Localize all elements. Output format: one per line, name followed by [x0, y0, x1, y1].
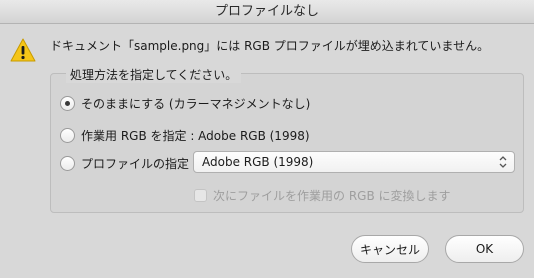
options-group-legend: 処理方法を指定してください。 [66, 66, 242, 83]
warning-icon [10, 38, 36, 62]
radio-label-assign-profile: プロファイルの指定 : [81, 156, 197, 171]
radio-button[interactable] [60, 155, 75, 171]
convert-checkbox [194, 188, 207, 202]
radio-button[interactable] [60, 127, 75, 143]
convert-checkbox-row: 次にファイルを作業用の RGB に変換します [194, 187, 451, 203]
convert-checkbox-label: 次にファイルを作業用の RGB に変換します [213, 188, 451, 203]
radio-working-rgb[interactable]: 作業用 RGB を指定 : Adobe RGB (1998) [60, 126, 310, 144]
ok-button[interactable]: OK [445, 235, 524, 263]
radio-leave-as-is[interactable]: そのままにする (カラーマネジメントなし) [60, 94, 310, 112]
warning-message: ドキュメント「sample.png」には RGB プロファイルが埋め込まれていま… [50, 39, 490, 53]
chevron-updown-icon [499, 156, 507, 168]
radio-assign-profile[interactable]: プロファイルの指定 : [60, 154, 197, 172]
profile-select-value: Adobe RGB (1998) [202, 155, 314, 169]
radio-label-leave-as-is: そのままにする (カラーマネジメントなし) [81, 96, 311, 111]
radio-button-checked[interactable] [60, 95, 75, 111]
cancel-button[interactable]: キャンセル [351, 235, 429, 263]
radio-label-working-rgb: 作業用 RGB を指定 : Adobe RGB (1998) [81, 128, 310, 143]
profile-select[interactable]: Adobe RGB (1998) [193, 151, 515, 173]
window-title: プロファイルなし [0, 0, 534, 24]
